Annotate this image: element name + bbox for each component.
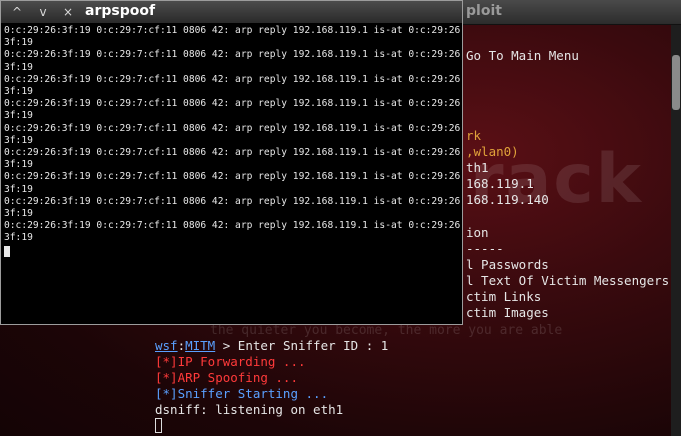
menu-line: ctim Images — [466, 305, 549, 320]
status-line: [*]Sniffer Starting ... — [155, 386, 329, 401]
output-line: 0:c:29:26:3f:19 0:c:29:7:cf:11 0806 42: … — [4, 147, 460, 159]
output-line: 3f:19 — [4, 110, 33, 122]
background-window-title: ploit — [466, 3, 502, 19]
window-title: arpspoof — [85, 3, 156, 19]
menu-line: rk — [466, 128, 482, 143]
output-line: 0:c:29:26:3f:19 0:c:29:7:cf:11 0806 42: … — [4, 25, 460, 36]
prompt-text: > Enter Sniffer ID : 1 — [215, 338, 389, 353]
status-line: dsniff: listening on eth1 — [155, 402, 344, 417]
output-line: 3f:19 — [4, 86, 33, 98]
prompt-module: wsf — [155, 338, 178, 353]
output-line: 3f:19 — [4, 232, 33, 244]
chevron-down-icon[interactable]: v — [33, 3, 53, 21]
prompt-submodule: MITM — [185, 338, 216, 353]
background-scrollbar[interactable] — [671, 25, 681, 436]
output-line: 0:c:29:26:3f:19 0:c:29:7:cf:11 0806 42: … — [4, 73, 460, 85]
status-line: [*]ARP Spoofing ... — [155, 370, 298, 385]
output-line: 3f:19 — [4, 61, 33, 73]
output-line: 3f:19 — [4, 183, 33, 195]
menu-line: ctim Links — [466, 289, 542, 304]
output-line: 3f:19 — [4, 37, 33, 49]
arpspoof-window[interactable]: ^ v × arpspoof 0:c:29:26:3f:19 0:c:29:7:… — [0, 0, 463, 325]
scrollbar-thumb[interactable] — [672, 55, 680, 110]
output-line: 0:c:29:26:3f:19 0:c:29:7:cf:11 0806 42: … — [4, 122, 460, 134]
output-line: 0:c:29:26:3f:19 0:c:29:7:cf:11 0806 42: … — [4, 98, 460, 110]
output-line: 0:c:29:26:3f:19 0:c:29:7:cf:11 0806 42: … — [4, 49, 460, 61]
menu-line: th1 — [466, 160, 489, 175]
chevron-up-icon[interactable]: ^ — [7, 3, 27, 21]
menu-line: ,wlan0) — [466, 144, 519, 159]
console-prompt: wsf:MITM > Enter Sniffer ID : 1 — [155, 338, 389, 353]
status-line: [*]IP Forwarding ... — [155, 354, 306, 369]
menu-line: 168.119.1 — [466, 176, 534, 191]
arpspoof-titlebar[interactable]: ^ v × arpspoof — [1, 1, 462, 23]
menu-line: l Text Of Victim Messengers — [466, 273, 670, 288]
arpspoof-output[interactable]: 0:c:29:26:3f:19 0:c:29:7:cf:11 0806 42: … — [4, 25, 460, 321]
menu-line: l Passwords — [466, 257, 549, 272]
menu-line: Go To Main Menu — [466, 48, 579, 63]
watermark-tagline: the quieter you become, the more you are… — [210, 323, 563, 338]
terminal-cursor — [155, 418, 162, 433]
close-icon[interactable]: × — [58, 3, 78, 21]
terminal-cursor — [4, 245, 10, 257]
menu-line: ----- — [466, 241, 504, 256]
output-line: 3f:19 — [4, 208, 33, 220]
output-line: 3f:19 — [4, 134, 33, 146]
output-line: 0:c:29:26:3f:19 0:c:29:7:cf:11 0806 42: … — [4, 220, 460, 232]
menu-line: ion — [466, 225, 489, 240]
output-line: 3f:19 — [4, 159, 33, 171]
menu-line: 168.119.140 — [466, 192, 549, 207]
output-line: 0:c:29:26:3f:19 0:c:29:7:cf:11 0806 42: … — [4, 195, 460, 207]
output-line: 0:c:29:26:3f:19 0:c:29:7:cf:11 0806 42: … — [4, 171, 460, 183]
